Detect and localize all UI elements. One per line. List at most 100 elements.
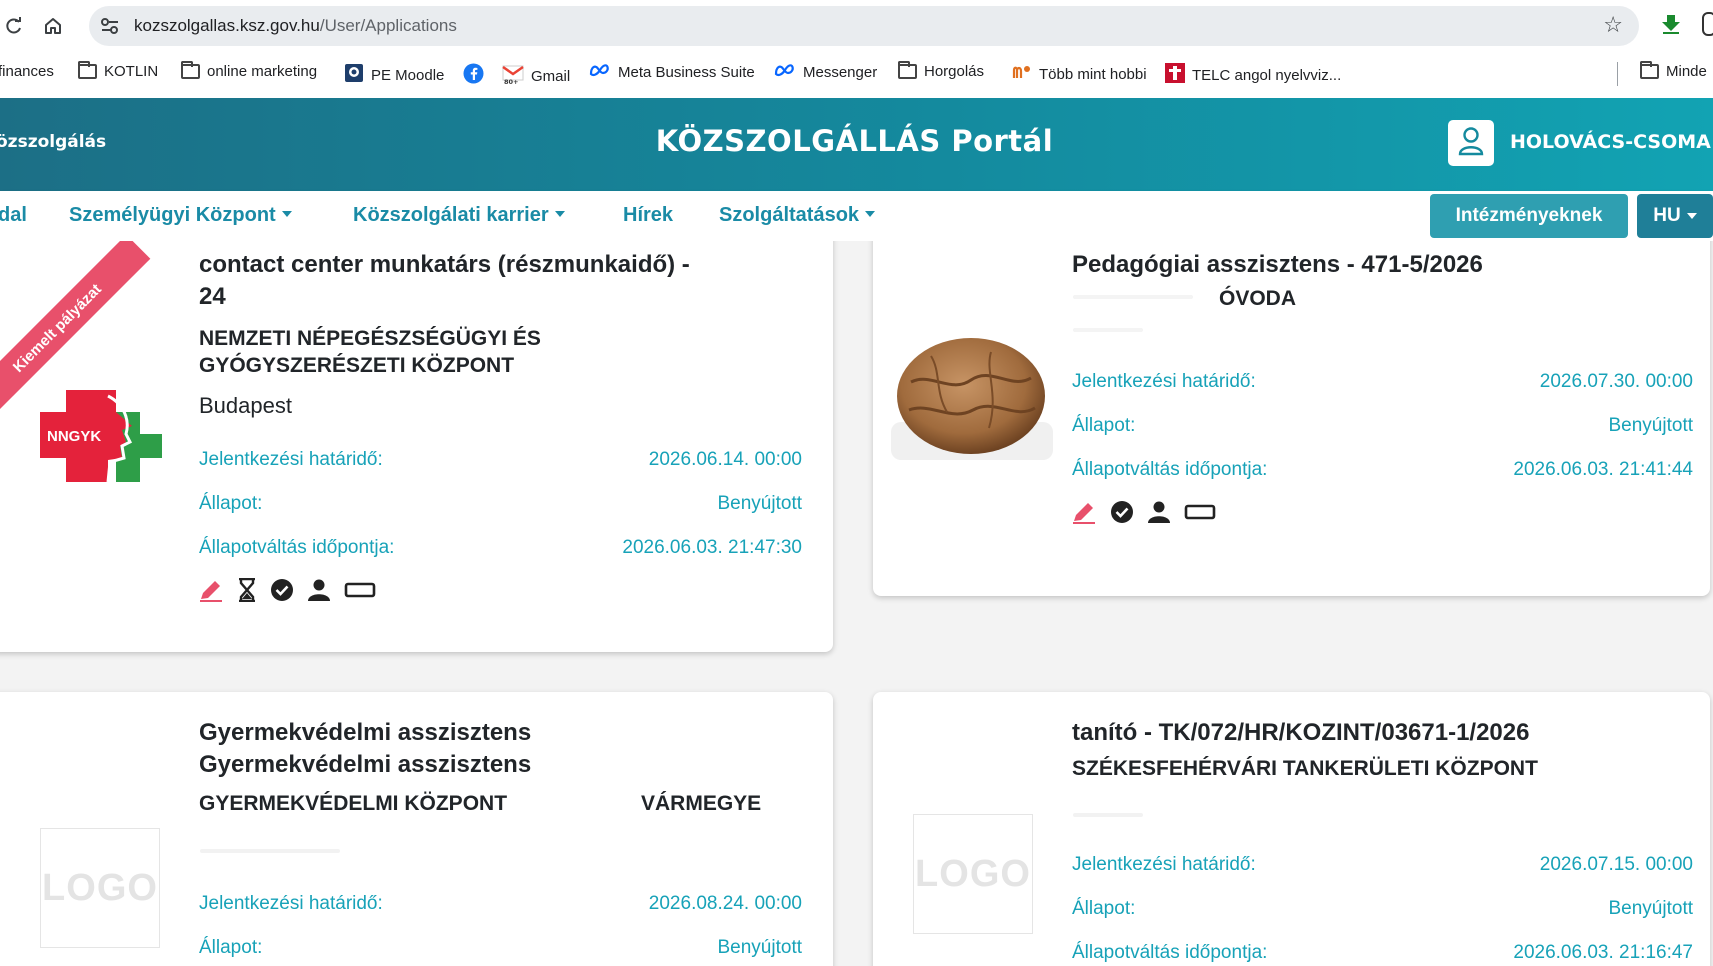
deadline-label: Jelentkezési határidő: [1072,854,1256,875]
bookmark-kotlin[interactable]: KOTLIN [78,61,159,80]
deadline-label: Jelentkezési határidő: [199,449,383,470]
bookmark-pe-moodle[interactable]: PE Moodle [344,63,444,87]
institutions-button[interactable]: Intézményeknek [1430,194,1628,238]
bookmark-telc[interactable]: TELC angol nyelvviz... [1165,63,1341,87]
menu-label: Szolgáltatások [719,204,860,226]
url-text: kozszolgallas.ksz.gov.hu/User/Applicatio… [134,16,457,36]
logo-text: NNGYK [47,428,102,445]
application-card[interactable]: LOGO Gyermekvédelmi asszisztens Gyermekv… [0,692,833,966]
bookmark-star-icon[interactable]: ☆ [1603,13,1623,38]
redacted-text [200,849,340,853]
status-label: Állapot: [199,937,263,958]
deadline-value: 2026.06.14. 00:00 [648,449,802,470]
applications-list: Kiemelt pályázat NNGYK contact center mu… [0,241,1713,966]
user-avatar-button[interactable] [1448,120,1494,166]
bookmark-label: TELC angol nyelvviz... [1192,66,1342,84]
application-card[interactable]: Pedagógiai asszisztens - 471-5/2026 ÓVOD… [873,241,1710,596]
org-line: NEMZETI NÉPEGÉSZSÉGÜGYI ÉS [199,327,541,350]
redacted-text [1073,328,1143,332]
person-icon [1147,500,1171,528]
folder-icon [78,61,97,79]
hobbi-icon [1012,63,1032,85]
check-circle-icon [1110,500,1134,528]
moodle-icon [344,63,364,87]
bookmark-label: PE Moodle [371,66,445,84]
site-settings-icon[interactable] [99,16,121,36]
bookmark-horgolas[interactable]: Horgolás [898,61,985,80]
menu-label: Közszolgálati karrier [353,204,549,226]
telc-icon [1165,63,1185,87]
address-bar[interactable]: kozszolgallas.ksz.gov.hu/User/Applicatio… [89,6,1639,46]
home-icon[interactable] [39,12,67,40]
city: Budapest [199,393,292,418]
bookmark-label: Több mint hobbi [1039,65,1147,83]
bookmark-label: Minde [1666,63,1707,80]
organization-logo: LOGO [913,814,1033,934]
status-label: Állapot: [199,493,263,514]
status-change-label: Állapotváltás időpontja: [1072,459,1268,480]
menu-item-home[interactable]: dal [0,204,27,227]
bookmarks-bar: finances KOTLIN online marketing PE Mood… [0,56,1713,92]
job-title[interactable]: Pedagógiai asszisztens - 471-5/2026 [1072,249,1692,281]
status-change-value: 2026.06.03. 21:47:30 [622,537,802,558]
menu-item-career[interactable]: Közszolgálati karrier [353,204,565,227]
profile-icon[interactable] [1702,12,1713,36]
bookmarks-separator [1617,62,1618,86]
redacted-text [1073,813,1143,817]
url-host: kozszolgallas.ksz.gov.hu [134,16,320,35]
gmail-icon: 80+ [502,63,524,89]
bookmark-label: KOTLIN [104,63,159,80]
menu-item-services[interactable]: Szolgáltatások [719,204,876,227]
menu-label: Személyügyi Központ [69,204,276,226]
portal-title-text: KÖZSZOLGÁLLÁS Portál [655,124,1054,158]
browser-chrome: kozszolgallas.ksz.gov.hu/User/Applicatio… [0,0,1713,98]
job-title[interactable]: Gyermekvédelmi asszisztens Gyermekvédelm… [199,717,819,781]
deadline-value: 2026.08.24. 00:00 [648,893,802,914]
bookmark-label: Meta Business Suite [618,63,755,81]
folder-icon [898,61,917,79]
address-row: kozszolgallas.ksz.gov.hu/User/Applicatio… [0,0,1713,50]
main-menu: dal Személyügyi Központ Közszolgálati ka… [0,191,1713,241]
download-icon[interactable] [1660,13,1682,39]
application-card[interactable]: LOGO tanító - TK/072/HR/KOZINT/03671-1/2… [873,692,1710,966]
bookmark-other[interactable]: Minde [1640,61,1707,80]
reload-icon[interactable] [0,12,28,40]
org-line: GYÓGYSZERÉSZETI KÖZPONT [199,354,515,377]
status-value: Benyújtott [717,937,803,958]
bookmark-messenger[interactable]: Messenger [774,63,877,81]
bookmark-label: Horgolás [924,63,985,80]
deadline-label: Jelentkezési határidő: [1072,371,1256,392]
bookmark-gmail[interactable]: 80+ Gmail [502,63,570,89]
pencil-icon[interactable] [198,578,224,606]
bookmark-tobb-mint-hobbi[interactable]: Több mint hobbi [1012,63,1147,85]
meta-icon [774,63,796,81]
organization-logo: NNGYK [38,390,163,489]
svg-text:80+: 80+ [504,78,519,85]
job-title[interactable]: tanító - TK/072/HR/KOZINT/03671-1/2026 [1072,717,1702,749]
bookmark-label: online marketing [207,63,318,80]
job-title-line: 24 [199,283,226,310]
menu-item-news[interactable]: Hírek [623,204,673,227]
organization-name: SZÉKESFEHÉRVÁRI TANKERÜLETI KÖZPONT [1072,757,1538,780]
folder-icon [181,61,200,79]
pencil-icon[interactable] [1071,500,1097,528]
user-name[interactable]: HOLOVÁCS-CSOMA [1510,131,1711,153]
deadline-value: 2026.07.15. 00:00 [1539,854,1693,875]
language-select[interactable]: HU [1637,194,1713,238]
bookmark-finances[interactable]: finances [0,63,54,80]
job-title[interactable]: contact center munkatárs (részmunkaidő) … [199,249,819,313]
menu-label: dal [0,204,27,226]
caret-down-icon [1686,213,1697,219]
caret-down-icon [281,211,292,217]
status-label: Állapot: [1072,415,1136,436]
organization-logo [891,332,1053,460]
bookmark-online-marketing[interactable]: online marketing [181,61,318,80]
bookmark-facebook[interactable] [463,63,484,88]
bookmark-label: Messenger [803,63,878,81]
application-card[interactable]: Kiemelt pályázat NNGYK contact center mu… [0,241,833,652]
job-title-line: Gyermekvédelmi asszisztens [199,719,532,746]
status-value: Benyújtott [717,493,803,514]
bookmark-meta-business-suite[interactable]: Meta Business Suite [589,63,755,81]
organization-name: NEMZETI NÉPEGÉSZSÉGÜGYI ÉS GYÓGYSZERÉSZE… [199,325,819,379]
menu-item-personnel-center[interactable]: Személyügyi Központ [69,204,292,227]
